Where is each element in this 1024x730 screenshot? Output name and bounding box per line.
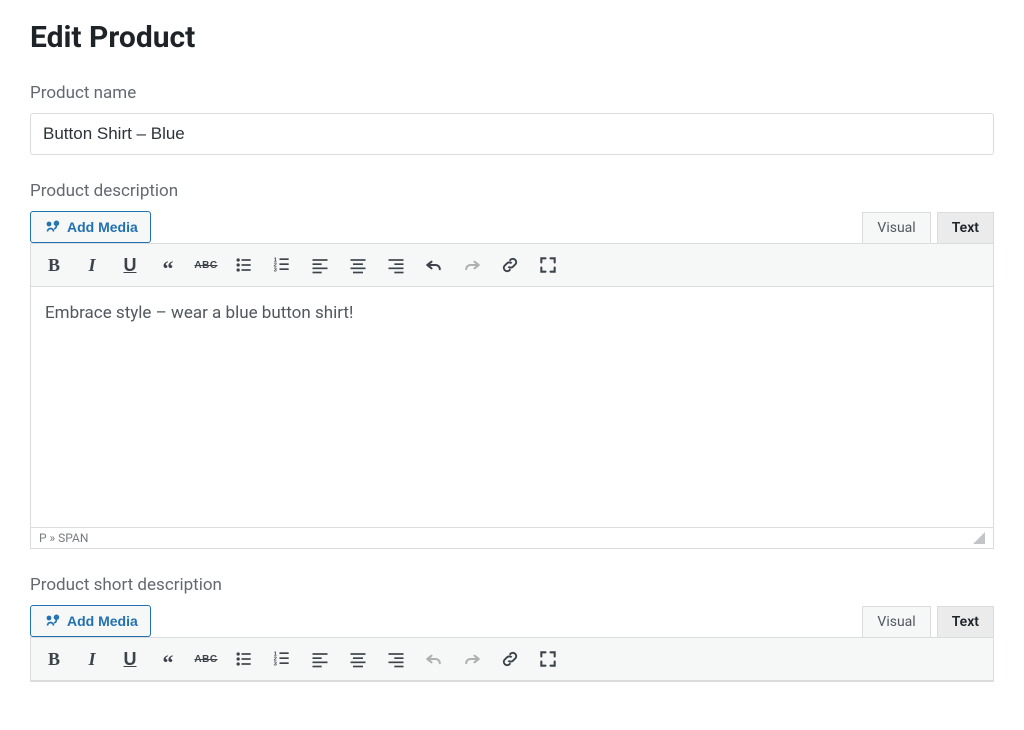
undo-icon <box>424 255 444 275</box>
add-media-button[interactable]: Add Media <box>30 211 151 243</box>
add-media-icon <box>43 218 61 236</box>
product-description-label: Product description <box>30 181 994 201</box>
redo-button[interactable] <box>455 248 489 282</box>
strikethrough-button[interactable]: ABC <box>189 248 223 282</box>
align-right-button[interactable] <box>379 642 413 676</box>
undo-button[interactable] <box>417 642 451 676</box>
italic-icon: I <box>88 255 95 276</box>
element-path: P » SPAN <box>39 531 88 545</box>
italic-button[interactable]: I <box>75 642 109 676</box>
tab-visual[interactable]: Visual <box>862 212 930 243</box>
editor-statusbar: P » SPAN <box>31 527 993 548</box>
tab-text-short[interactable]: Text <box>937 606 994 637</box>
align-center-icon <box>348 649 368 669</box>
quote-icon: “ <box>163 658 174 668</box>
align-center-icon <box>348 255 368 275</box>
tab-visual-short[interactable]: Visual <box>862 606 930 637</box>
italic-icon: I <box>88 649 95 670</box>
strikethrough-button[interactable]: ABC <box>189 642 223 676</box>
description-textarea[interactable]: Embrace style – wear a blue button shirt… <box>31 287 993 527</box>
blockquote-button[interactable]: “ <box>151 642 185 676</box>
link-button[interactable] <box>493 642 527 676</box>
tab-text[interactable]: Text <box>937 212 994 243</box>
short-description-label: Product short description <box>30 575 994 595</box>
short-description-editor: B I U “ ABC 123 <box>30 637 994 682</box>
bullet-list-icon <box>234 649 254 669</box>
align-center-button[interactable] <box>341 642 375 676</box>
underline-button[interactable]: U <box>113 248 147 282</box>
underline-button[interactable]: U <box>113 642 147 676</box>
link-icon <box>500 255 520 275</box>
numbered-list-icon: 123 <box>272 649 292 669</box>
link-button[interactable] <box>493 248 527 282</box>
align-left-icon <box>310 255 330 275</box>
page-title: Edit Product <box>30 20 994 55</box>
fullscreen-button[interactable] <box>531 248 565 282</box>
redo-icon <box>462 649 482 669</box>
align-left-button[interactable] <box>303 248 337 282</box>
svg-text:3: 3 <box>274 662 278 668</box>
numbered-list-button[interactable]: 123 <box>265 248 299 282</box>
fullscreen-button[interactable] <box>531 642 565 676</box>
bullet-list-icon <box>234 255 254 275</box>
add-media-label: Add Media <box>67 219 138 235</box>
quote-icon: “ <box>163 264 174 274</box>
align-right-icon <box>386 649 406 669</box>
strikethrough-icon: ABC <box>194 654 217 665</box>
blockquote-button[interactable]: “ <box>151 248 185 282</box>
redo-button[interactable] <box>455 642 489 676</box>
bullet-list-button[interactable] <box>227 248 261 282</box>
editor-tabs-short: Visual Text <box>862 606 994 637</box>
editor-toolbar-short: B I U “ ABC 123 <box>31 638 993 681</box>
align-center-button[interactable] <box>341 248 375 282</box>
link-icon <box>500 649 520 669</box>
editor-toolbar: B I U “ ABC 123 <box>31 244 993 287</box>
strikethrough-icon: ABC <box>194 260 217 271</box>
underline-icon: U <box>124 649 137 670</box>
align-left-icon <box>310 649 330 669</box>
fullscreen-icon <box>538 649 558 669</box>
add-media-icon <box>43 612 61 630</box>
numbered-list-button[interactable]: 123 <box>265 642 299 676</box>
product-name-label: Product name <box>30 83 994 103</box>
align-left-button[interactable] <box>303 642 337 676</box>
bullet-list-button[interactable] <box>227 642 261 676</box>
description-editor: B I U “ ABC 123 <box>30 243 994 549</box>
redo-icon <box>462 255 482 275</box>
underline-icon: U <box>124 255 137 276</box>
fullscreen-icon <box>538 255 558 275</box>
italic-button[interactable]: I <box>75 248 109 282</box>
add-media-button-short[interactable]: Add Media <box>30 605 151 637</box>
add-media-label-short: Add Media <box>67 613 138 629</box>
bold-icon: B <box>48 649 60 670</box>
bold-button[interactable]: B <box>37 642 71 676</box>
editor-tabs: Visual Text <box>862 212 994 243</box>
undo-button[interactable] <box>417 248 451 282</box>
undo-icon <box>424 649 444 669</box>
numbered-list-icon: 123 <box>272 255 292 275</box>
align-right-icon <box>386 255 406 275</box>
resize-handle[interactable] <box>973 532 985 544</box>
bold-icon: B <box>48 255 60 276</box>
product-name-input[interactable] <box>30 113 994 155</box>
bold-button[interactable]: B <box>37 248 71 282</box>
align-right-button[interactable] <box>379 248 413 282</box>
svg-text:3: 3 <box>274 268 278 274</box>
